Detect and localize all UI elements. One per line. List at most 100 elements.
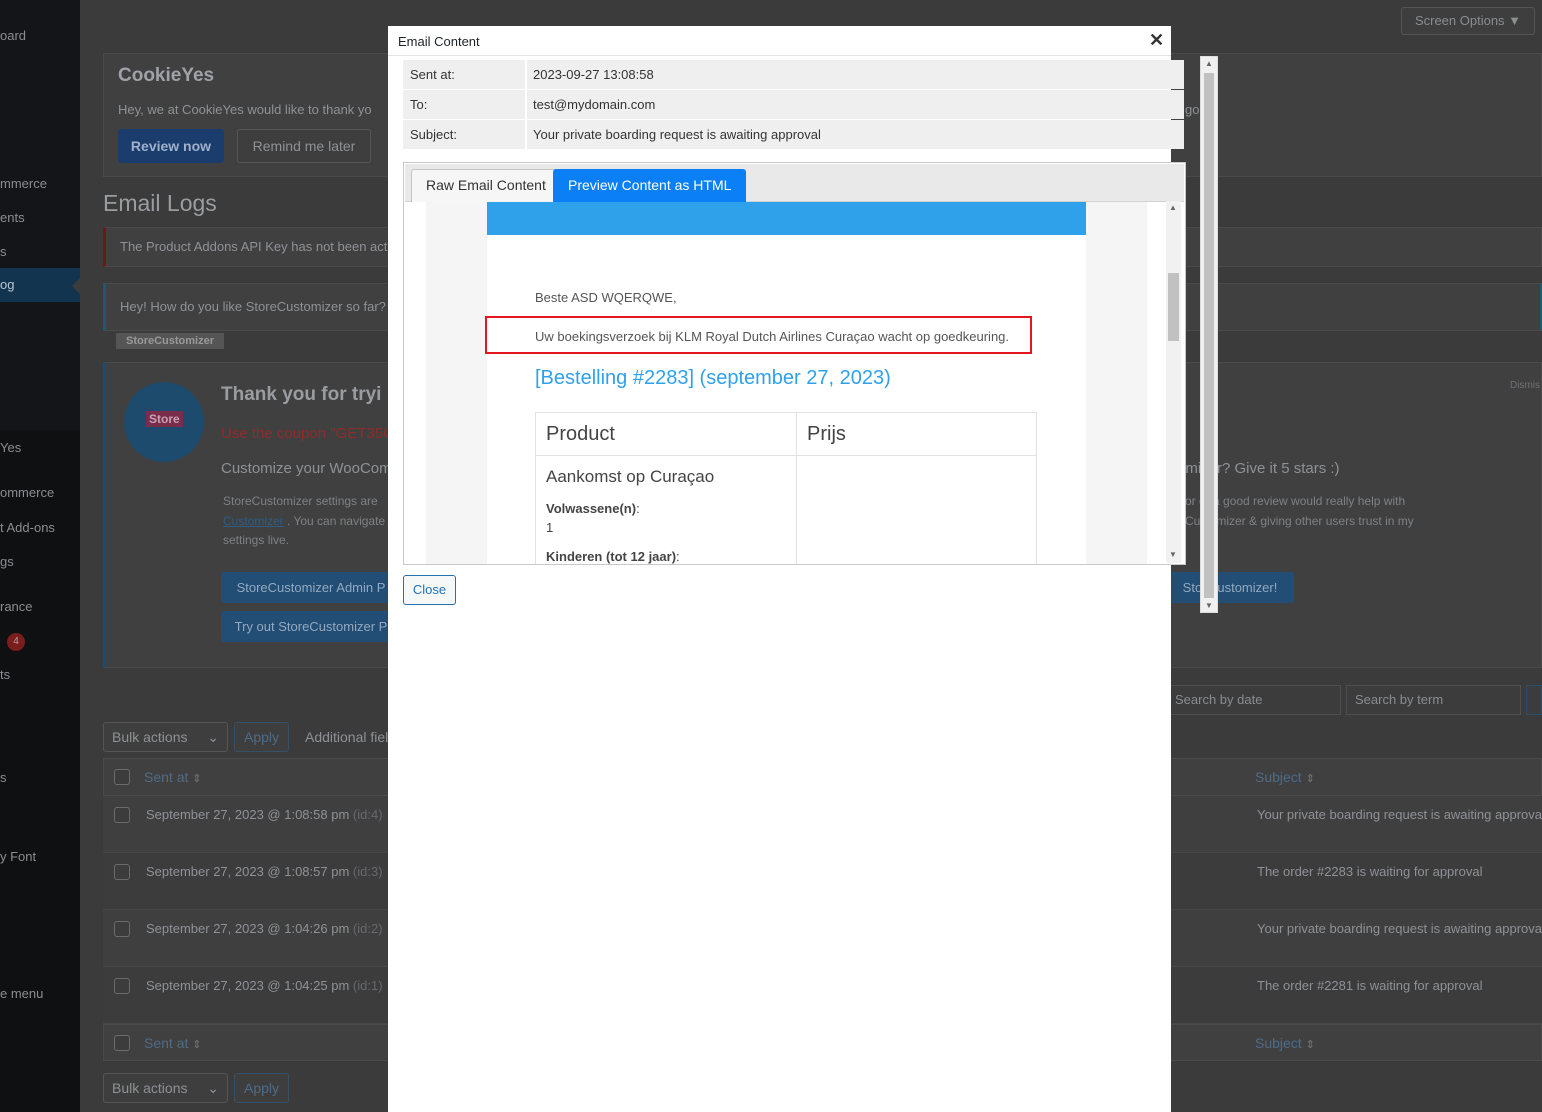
- sidebar-item-cookieyes[interactable]: Yes: [0, 440, 21, 455]
- scrollbar-thumb[interactable]: [1168, 273, 1179, 341]
- subject-label: Subject:: [410, 127, 457, 142]
- sc-rate-button[interactable]: Store ustomizer!: [1166, 572, 1294, 603]
- product-name: Aankomst op Curaçao: [546, 467, 715, 486]
- subject-value: Your private boarding request is awaitin…: [533, 127, 821, 142]
- storecustomizer-notice-text: Hey! How do you like StoreCustomizer so …: [120, 299, 386, 314]
- table-header-product: Product: [535, 412, 797, 456]
- bulk-actions-select[interactable]: Bulk actions ⌄: [103, 722, 228, 752]
- column-sent-at[interactable]: Sent at ⇕: [144, 769, 201, 785]
- review-now-button[interactable]: Review now: [118, 129, 224, 163]
- row-date[interactable]: September 27, 2023 @ 1:08:57 pm (id:3): [146, 864, 383, 879]
- additional-fields-label: Additional fiel: [305, 729, 389, 745]
- modal-divider: [388, 55, 1171, 56]
- row-date-text: September 27, 2023 @ 1:08:58 pm: [146, 807, 350, 822]
- tab-preview-html[interactable]: Preview Content as HTML: [553, 169, 747, 202]
- sidebar-item-s[interactable]: s: [0, 244, 7, 259]
- search-by-date-input[interactable]: Search by date: [1166, 685, 1341, 715]
- storecustomizer-tag: StoreCustomizer: [116, 333, 225, 349]
- order-item: Aankomst op Curaçao Volwassene(n): 1 Kin…: [535, 455, 797, 564]
- remind-later-button[interactable]: Remind me later: [237, 129, 371, 163]
- search-by-term-input[interactable]: Search by term: [1346, 685, 1521, 715]
- to-label: To:: [410, 97, 428, 112]
- sidebar-item-product-addons[interactable]: t Add-ons: [0, 520, 55, 535]
- collapse-menu-button[interactable]: e menu: [0, 986, 43, 1001]
- html-preview-frame[interactable]: Beste ASD WQERQWE, Uw boekingsverzoek bi…: [426, 202, 1147, 564]
- scrollbar-thumb[interactable]: [1204, 73, 1214, 598]
- sidebar-item-email-log[interactable]: og: [0, 268, 80, 302]
- meta-row-to: To: test@mydomain.com: [403, 90, 1184, 119]
- row-date-text: September 27, 2023 @ 1:08:57 pm: [146, 864, 350, 879]
- apply-button[interactable]: Apply: [234, 722, 289, 752]
- sort-icon: ⇕: [1305, 1039, 1315, 1051]
- page-title: Email Logs: [103, 190, 217, 216]
- column-sent-at-label: Sent at: [144, 769, 189, 785]
- email-tabs: Raw Email Content Preview Content as HTM…: [403, 162, 1186, 565]
- meta-row-sent-at: Sent at: 2023-09-27 13:08:58: [403, 60, 1184, 89]
- modal-scrollbar[interactable]: ▲ ▼: [1200, 56, 1218, 613]
- sort-icon: ⇕: [192, 773, 202, 785]
- close-button[interactable]: Close: [403, 575, 456, 605]
- scroll-up-icon[interactable]: ▲: [1169, 203, 1177, 212]
- column-subject-footer[interactable]: Subject ⇕: [1255, 1035, 1315, 1051]
- sort-icon: ⇕: [1305, 773, 1315, 785]
- row-date-text: September 27, 2023 @ 1:04:25 pm: [146, 978, 350, 993]
- close-icon[interactable]: ✕: [1149, 30, 1164, 51]
- sidebar-item-appearance[interactable]: rance: [0, 599, 33, 614]
- screen-options-button[interactable]: Screen Options ▼: [1401, 7, 1535, 35]
- sc-try-button[interactable]: Try out StoreCustomizer P: [221, 611, 401, 642]
- order-item-price: [796, 455, 1037, 564]
- bulk-actions-label: Bulk actions: [112, 1080, 188, 1096]
- sidebar-item-tools[interactable]: s: [0, 770, 7, 785]
- order-heading: [Bestelling #2283] (september 27, 2023): [535, 367, 891, 389]
- sent-at-label: Sent at:: [410, 67, 455, 82]
- sort-icon: ⇕: [192, 1039, 202, 1051]
- cookieyes-text: Hey, we at CookieYes would like to thank…: [118, 102, 372, 117]
- sc-settings-line2: . You can navigate: [287, 514, 386, 528]
- apply-button-bottom[interactable]: Apply: [234, 1073, 289, 1103]
- tab-bar: Raw Email Content Preview Content as HTM…: [405, 164, 1184, 202]
- sidebar-item-settings[interactable]: gs: [0, 554, 14, 569]
- sidebar-item-woocommerce[interactable]: mmerce: [0, 176, 47, 191]
- chevron-down-icon: ⌄: [207, 1080, 219, 1096]
- row-date[interactable]: September 27, 2023 @ 1:08:58 pm (id:4): [146, 807, 383, 822]
- row-subject: The order #2283 is waiting for approval: [1257, 864, 1483, 879]
- column-subject[interactable]: Subject ⇕: [1255, 769, 1315, 785]
- row-checkbox[interactable]: [114, 807, 130, 823]
- sc-customizer-link[interactable]: Customizer: [223, 514, 284, 528]
- sc-dismiss-link[interactable]: Dismis: [1510, 380, 1540, 391]
- select-all-checkbox[interactable]: [114, 769, 130, 785]
- row-id: (id:3): [352, 864, 383, 879]
- email-body: Beste ASD WQERQWE, Uw boekingsverzoek bi…: [485, 202, 1086, 564]
- row-date[interactable]: September 27, 2023 @ 1:04:26 pm (id:2): [146, 921, 383, 936]
- scroll-up-icon[interactable]: ▲: [1205, 59, 1213, 68]
- children-label: Kinderen (tot 12 jaar):: [546, 549, 680, 564]
- row-date-text: September 27, 2023 @ 1:04:26 pm: [146, 921, 350, 936]
- column-sent-at-footer[interactable]: Sent at ⇕: [144, 1035, 201, 1051]
- sc-settings-line1: StoreCustomizer settings are: [223, 494, 378, 508]
- preview-scrollbar[interactable]: ▲ ▼: [1166, 201, 1181, 563]
- row-checkbox[interactable]: [114, 864, 130, 880]
- modal-title: Email Content: [398, 34, 480, 49]
- order-table: Product Prijs Aankomst op Curaçao Volwas…: [535, 412, 1037, 564]
- sc-review-line2: Customizer & giving other users trust in…: [1185, 514, 1414, 528]
- row-checkbox[interactable]: [114, 921, 130, 937]
- sidebar-item-dashboard[interactable]: oard: [0, 28, 26, 43]
- column-subject-label: Subject: [1255, 769, 1302, 785]
- sc-admin-button[interactable]: StoreCustomizer Admin P: [221, 572, 401, 603]
- sidebar-item-ecommerce[interactable]: ommerce: [0, 485, 54, 500]
- row-checkbox[interactable]: [114, 978, 130, 994]
- to-value: test@mydomain.com: [533, 97, 656, 112]
- bulk-actions-select-bottom[interactable]: Bulk actions ⌄: [103, 1073, 228, 1103]
- sc-settings-line3: settings live.: [223, 533, 290, 547]
- sidebar-item-users[interactable]: ts: [0, 667, 10, 682]
- scroll-down-icon[interactable]: ▼: [1205, 601, 1213, 610]
- sc-review-line1: or er a good review would really help wi…: [1185, 494, 1406, 508]
- scroll-down-icon[interactable]: ▼: [1169, 550, 1177, 559]
- sidebar-item-font[interactable]: y Font: [0, 849, 36, 864]
- row-date[interactable]: September 27, 2023 @ 1:04:25 pm (id:1): [146, 978, 383, 993]
- sidebar-item-payments[interactable]: ents: [0, 210, 25, 225]
- select-all-checkbox-footer[interactable]: [114, 1035, 130, 1051]
- tab-raw-email-content[interactable]: Raw Email Content: [411, 169, 561, 202]
- search-button[interactable]: [1526, 685, 1542, 715]
- storecustomizer-logo-text: Store: [146, 411, 183, 427]
